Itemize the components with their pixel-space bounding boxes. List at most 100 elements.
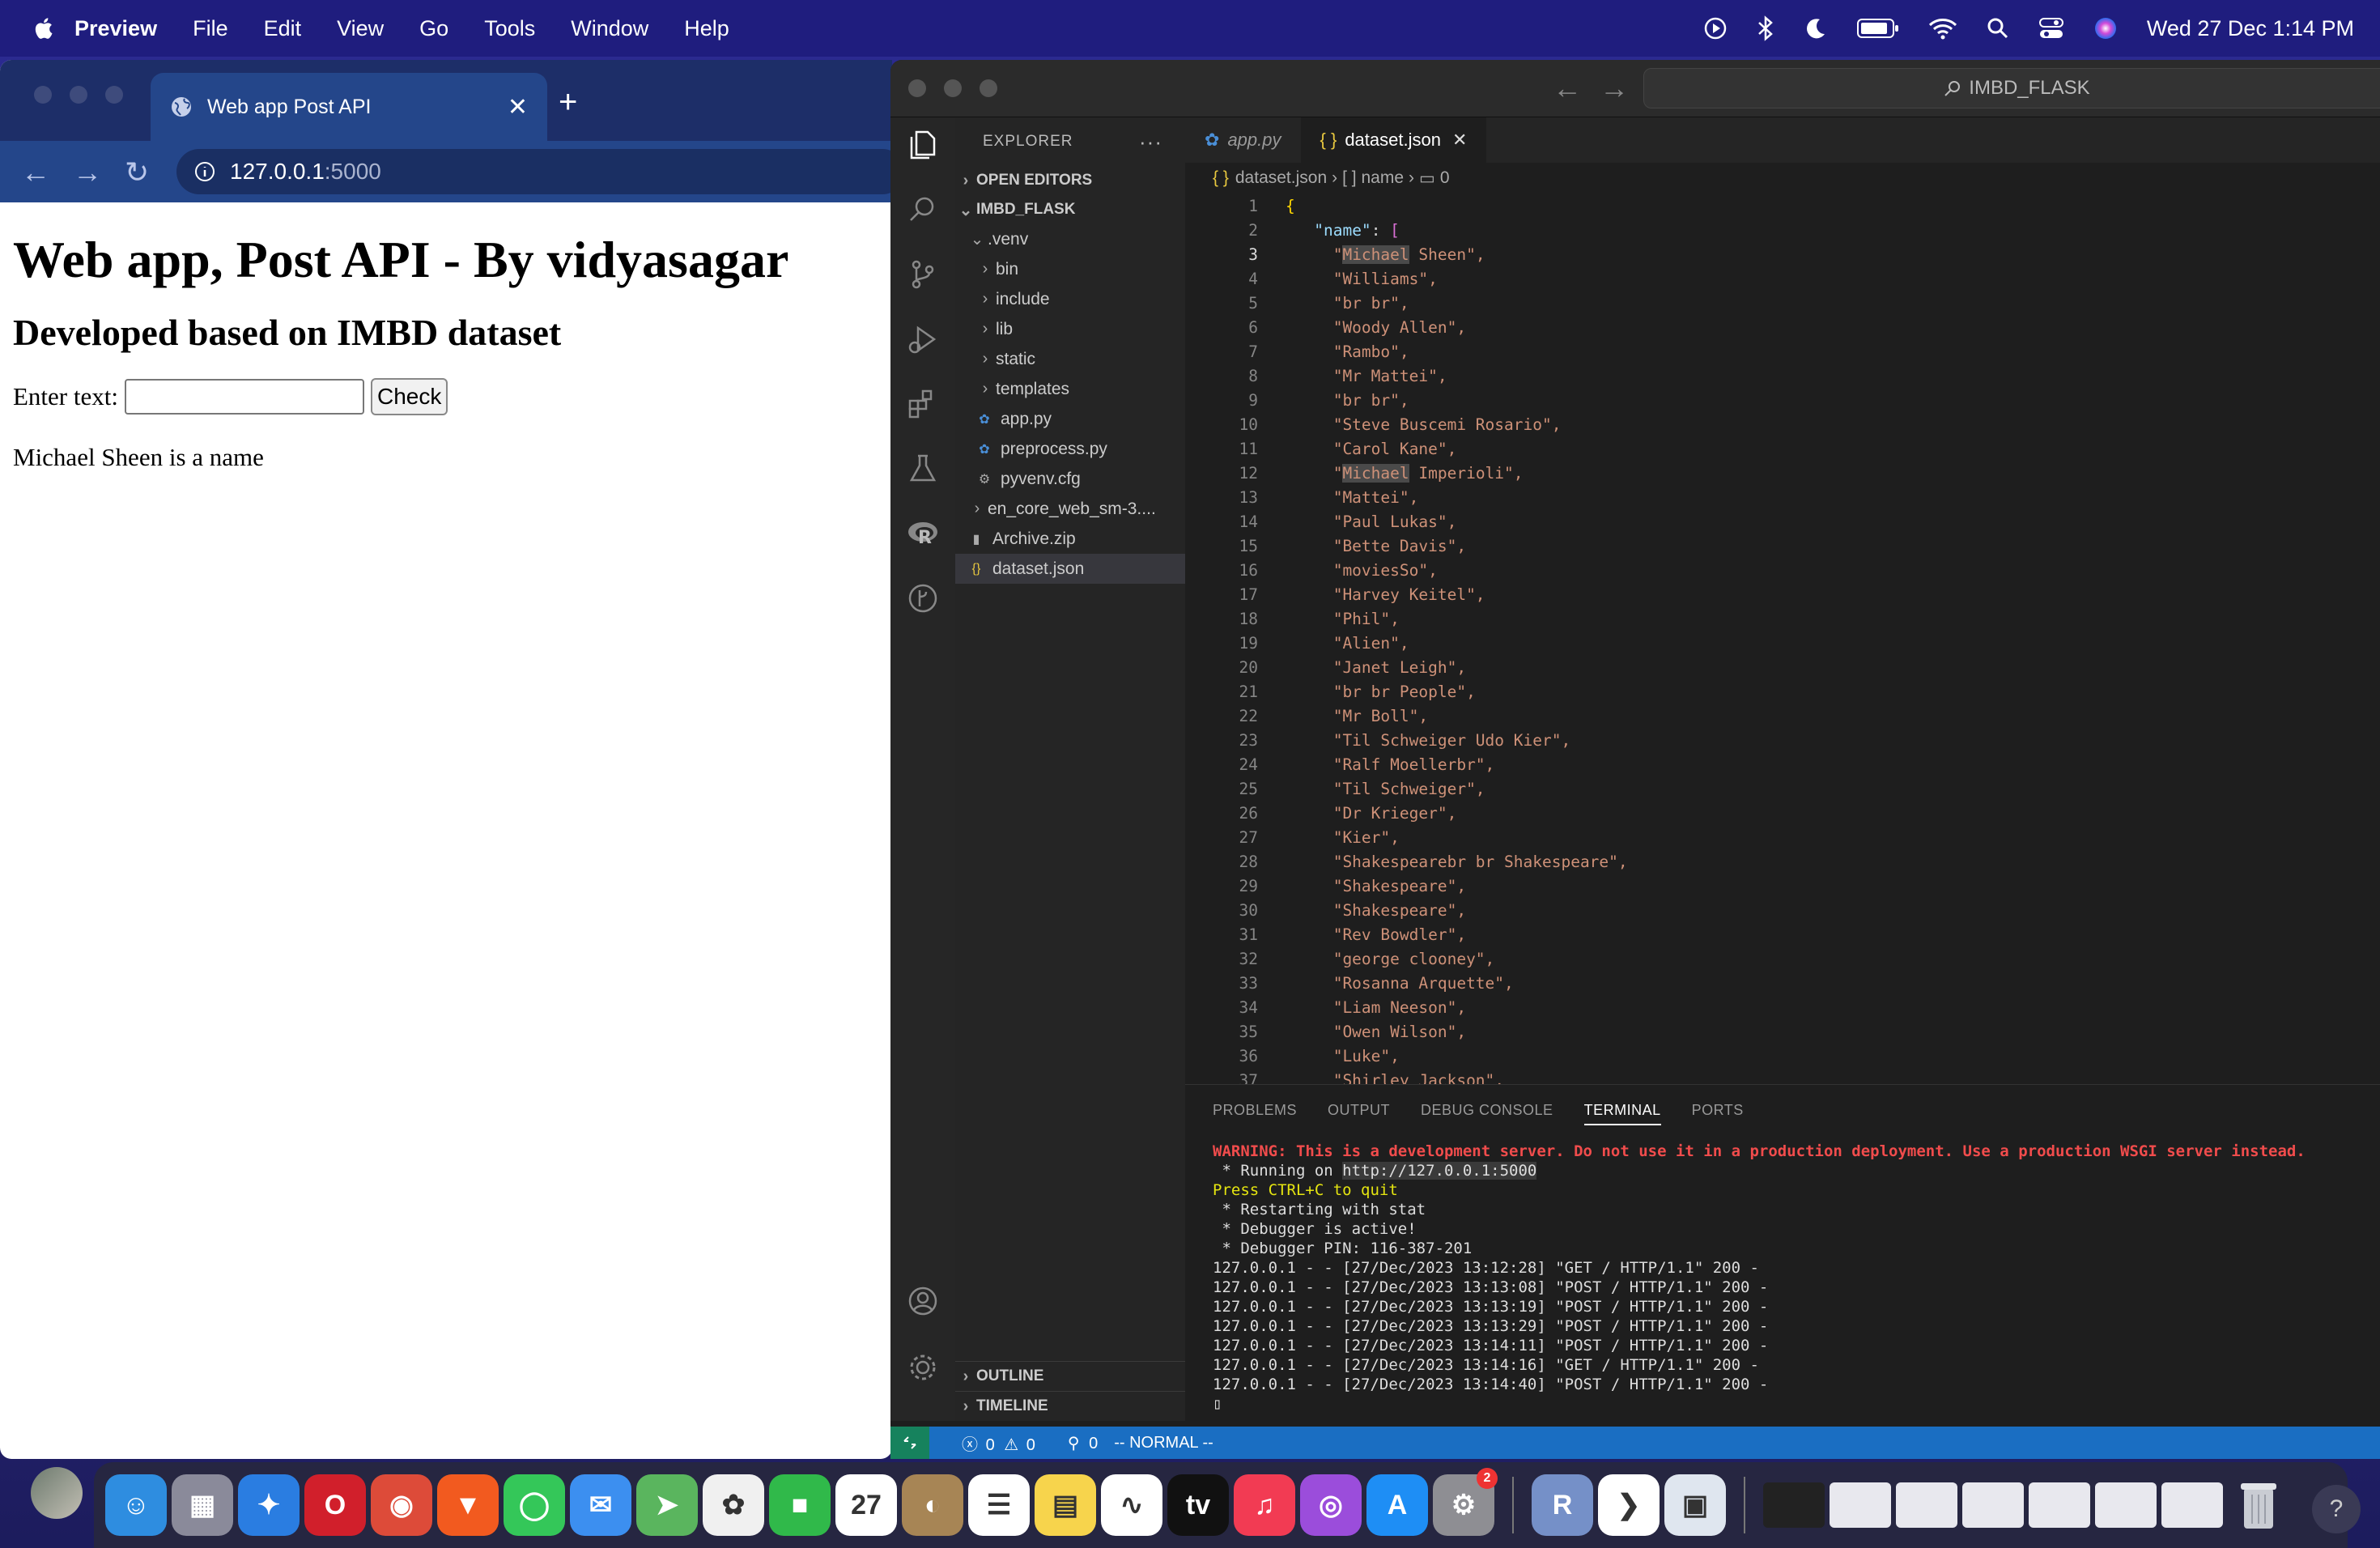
back-arrow-icon[interactable]: ← [21, 155, 50, 189]
file-tree-item[interactable]: › include [955, 284, 1185, 314]
calendar-icon[interactable]: 27 [835, 1474, 897, 1536]
file-tree-item[interactable]: ⌄ .venv [955, 224, 1185, 254]
apple-icon[interactable] [32, 16, 53, 40]
contacts-icon[interactable]: ◐ [902, 1474, 963, 1536]
user-avatar[interactable] [31, 1467, 83, 1519]
minimized-window-thumbnail[interactable] [1763, 1482, 1825, 1528]
launchpad-icon[interactable]: ▦ [172, 1474, 233, 1536]
freeform-icon[interactable]: ∿ [1101, 1474, 1162, 1536]
screen-recording-icon[interactable] [1703, 16, 1728, 40]
help-button[interactable]: ? [2312, 1485, 2361, 1533]
tab-dataset-json[interactable]: { } dataset.json ✕ [1300, 117, 1487, 163]
notes-icon[interactable]: ▤ [1035, 1474, 1096, 1536]
menu-help[interactable]: Help [684, 16, 729, 41]
facetime-icon[interactable]: ■ [769, 1474, 831, 1536]
project-section[interactable]: ⌄ IMBD_FLASK [955, 195, 1185, 224]
maps-icon[interactable]: ➤ [636, 1474, 698, 1536]
podcasts-icon[interactable]: ◎ [1300, 1474, 1362, 1536]
more-actions-icon[interactable]: ··· [1139, 130, 1162, 155]
tab-ports[interactable]: PORTS [1692, 1102, 1744, 1119]
brave-icon[interactable]: ▼ [437, 1474, 499, 1536]
file-tree-item[interactable]: ▮ Archive.zip [955, 524, 1185, 554]
reminders-icon[interactable]: ☰ [968, 1474, 1030, 1536]
chrome-icon[interactable]: ◉ [371, 1474, 432, 1536]
close-tab-icon[interactable]: ✕ [1452, 130, 1467, 151]
manage-gear-icon[interactable] [905, 1350, 941, 1385]
explorer-files-icon[interactable] [905, 127, 941, 163]
testing-flask-icon[interactable] [905, 451, 941, 487]
file-tree-item[interactable]: {} dataset.json [955, 554, 1185, 584]
minimized-window-thumbnail[interactable] [2095, 1482, 2157, 1528]
tab-output[interactable]: OUTPUT [1328, 1102, 1390, 1119]
appstore-icon[interactable]: A [1366, 1474, 1428, 1536]
close-window-button[interactable] [34, 86, 52, 104]
file-tree-item[interactable]: › templates [955, 374, 1185, 404]
command-center-search[interactable]: IMBD_FLASK [1643, 68, 2380, 108]
terminal[interactable]: WARNING: This is a development server. D… [1185, 1142, 2380, 1414]
vscode-nav-arrows[interactable]: ←→ [1553, 71, 1647, 105]
breadcrumb-index[interactable]: 0 [1440, 168, 1450, 188]
messages-icon[interactable]: ◯ [504, 1474, 565, 1536]
mail-icon[interactable]: ✉ [570, 1474, 631, 1536]
git-graph-icon[interactable] [905, 580, 941, 616]
account-icon[interactable] [905, 1283, 941, 1319]
breadcrumb-file[interactable]: dataset.json [1235, 168, 1327, 188]
tab-terminal[interactable]: TERMINAL [1583, 1102, 1661, 1125]
menu-clock[interactable]: Wed 27 Dec 1:14 PM [2147, 16, 2354, 41]
timeline-section[interactable]: › TIMELINE [955, 1391, 1185, 1421]
zoom-window-button[interactable] [105, 86, 123, 104]
r-language-icon[interactable]: R [905, 516, 941, 551]
file-tree-item[interactable]: › bin [955, 254, 1185, 284]
minimized-window-thumbnail[interactable] [1896, 1482, 1957, 1528]
minimized-window-thumbnail[interactable] [2029, 1482, 2090, 1528]
new-tab-button[interactable]: + [559, 84, 577, 121]
ports-status[interactable]: ⚲ 0 [1052, 1433, 1098, 1453]
safari-icon[interactable]: ✦ [238, 1474, 300, 1536]
minimize-window-button[interactable] [70, 86, 87, 104]
vscode-zoom-button[interactable] [980, 79, 997, 97]
preview-icon[interactable]: ▣ [1664, 1474, 1726, 1536]
appletv-icon[interactable]: tv [1167, 1474, 1229, 1536]
settings-icon[interactable]: ⚙ 2 [1433, 1468, 1498, 1536]
menu-app-name[interactable]: Preview [74, 16, 157, 41]
site-info-icon[interactable] [194, 161, 215, 182]
breadcrumb-array[interactable]: [ ] name [1342, 168, 1404, 188]
code-editor[interactable]: 1{2 "name": [3 "Michael Sheen", 4 "Willia… [1185, 194, 2380, 1085]
spotlight-search-icon[interactable] [1987, 17, 2009, 40]
menu-view[interactable]: View [337, 16, 384, 41]
close-tab-icon[interactable]: ✕ [508, 93, 528, 121]
battery-icon[interactable] [1856, 18, 1899, 39]
menu-edit[interactable]: Edit [264, 16, 302, 41]
control-center-icon[interactable] [2038, 16, 2064, 40]
menu-tools[interactable]: Tools [484, 16, 535, 41]
music-icon[interactable]: ♫ [1234, 1474, 1295, 1536]
photos-icon[interactable]: ✿ [703, 1474, 764, 1536]
file-tree-item[interactable]: › en_core_web_sm-3.... [955, 494, 1185, 524]
file-tree-item[interactable]: › lib [955, 314, 1185, 344]
finder-icon[interactable]: ☺ [105, 1474, 167, 1536]
opera-icon[interactable]: O [304, 1474, 366, 1536]
errors-warnings-status[interactable]: ⓧ 0 ⚠ 0 [946, 1431, 1035, 1455]
run-debug-icon[interactable] [905, 321, 941, 357]
search-activity-icon[interactable] [905, 192, 941, 228]
menu-file[interactable]: File [193, 16, 228, 41]
trash-icon[interactable] [2228, 1474, 2289, 1536]
forward-arrow-icon[interactable]: → [73, 155, 102, 189]
check-button[interactable]: Check [370, 378, 448, 415]
bluetooth-icon[interactable] [1757, 15, 1774, 41]
wifi-icon[interactable] [1928, 17, 1957, 40]
minimized-window-thumbnail[interactable] [1962, 1482, 2024, 1528]
tab-app-py[interactable]: ✿ app.py [1185, 117, 1301, 163]
remote-indicator[interactable] [890, 1427, 929, 1459]
tab-debug-console[interactable]: DEBUG CONSOLE [1421, 1102, 1553, 1119]
file-tree-item[interactable]: ✿ preprocess.py [955, 434, 1185, 464]
outline-section[interactable]: › OUTLINE [955, 1361, 1185, 1391]
focus-moon-icon[interactable] [1804, 16, 1828, 40]
file-tree-item[interactable]: ⚙ pyvenv.cfg [955, 464, 1185, 494]
vscode-minimize-button[interactable] [944, 79, 962, 97]
vscode-close-button[interactable] [908, 79, 926, 97]
menu-window[interactable]: Window [571, 16, 648, 41]
extensions-icon[interactable] [905, 386, 941, 422]
text-input[interactable] [124, 379, 364, 415]
file-tree-item[interactable]: ✿ app.py [955, 404, 1185, 434]
